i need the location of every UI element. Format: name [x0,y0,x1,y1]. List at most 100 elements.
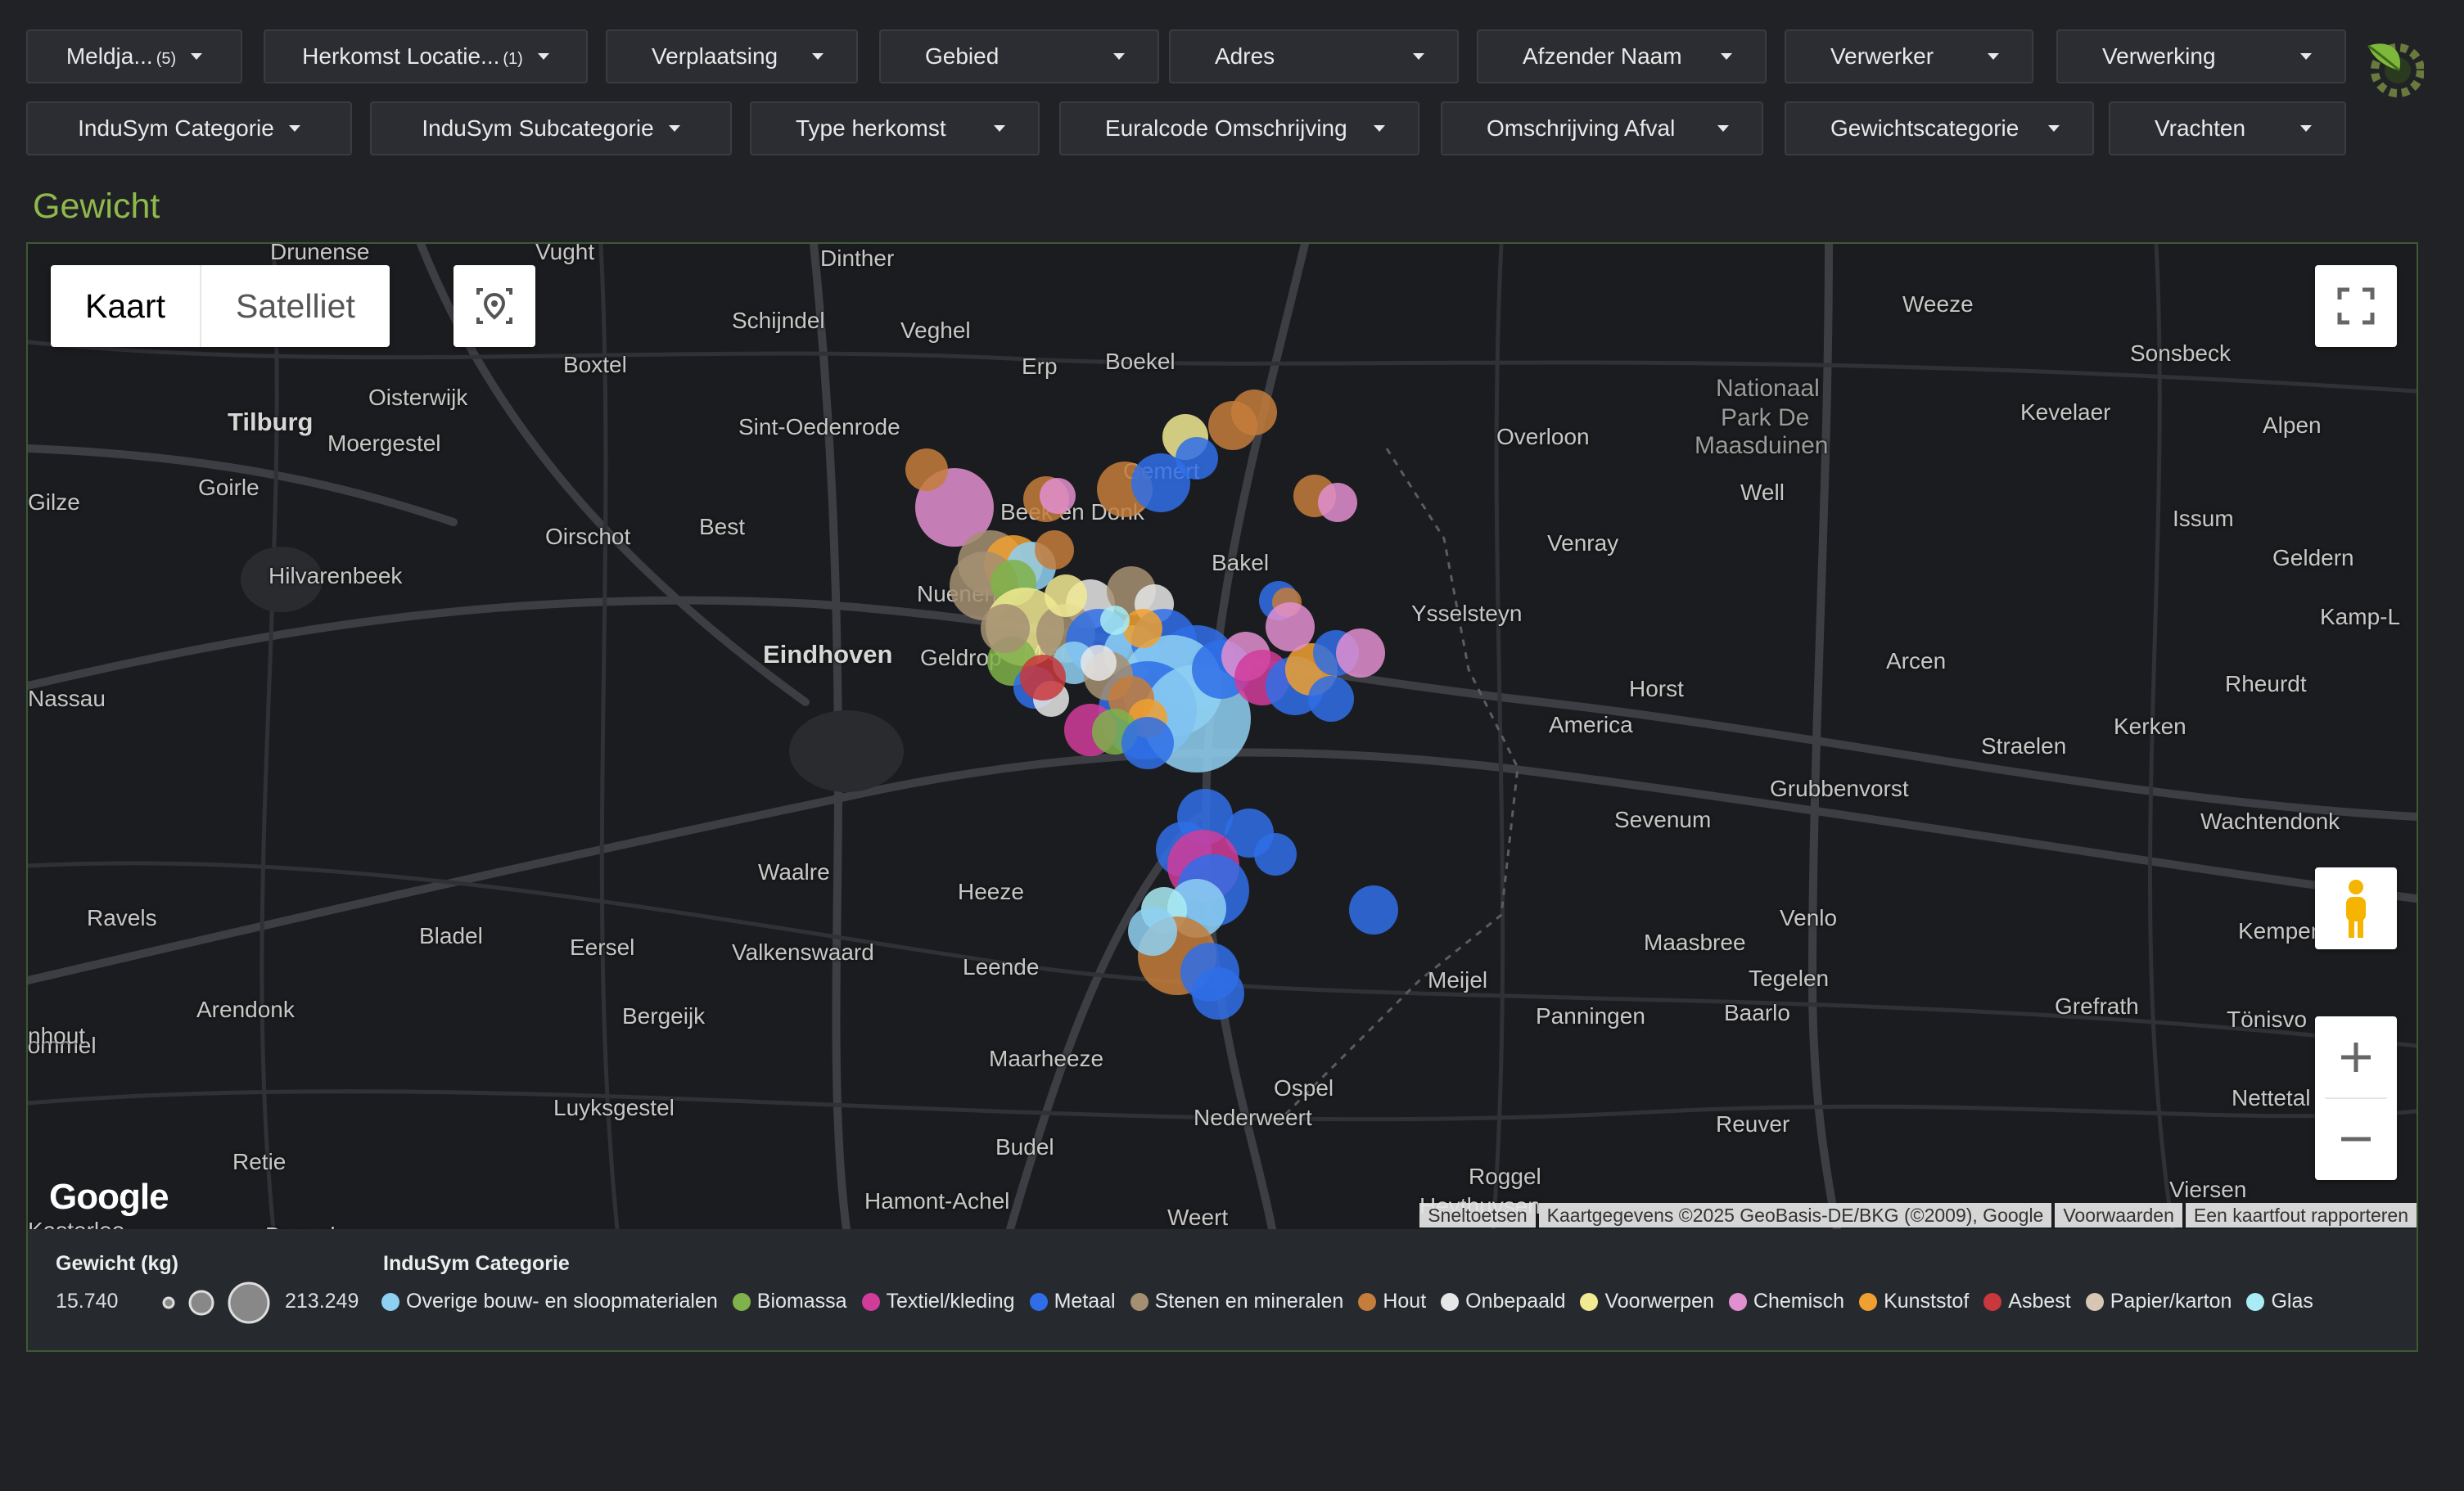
map-bubble-marker[interactable] [1040,478,1076,514]
indusym-gear-logo-icon[interactable] [2362,31,2424,101]
filter-type-herkomst-dropdown[interactable]: Type herkomst [750,101,1040,155]
category-legend-item[interactable]: Biomassa [732,1290,847,1313]
street-view-button[interactable] [2315,867,2397,949]
plus-icon [2341,1043,2371,1072]
filter-selected-count: (5) [156,50,177,68]
map-bubble-marker[interactable] [1336,628,1385,678]
caret-down-icon [1988,53,1999,60]
map-bubble-marker[interactable] [1176,437,1218,480]
category-legend-item[interactable]: Asbest [1983,1290,2071,1313]
map-bubble-marker[interactable] [981,604,1030,653]
map-type-kaart-button[interactable]: Kaart [51,265,201,347]
caret-down-icon [537,53,549,60]
category-legend-item[interactable]: Voorwerpen [1580,1290,1714,1313]
filter-label-text: Verwerking [2102,43,2216,69]
category-swatch-icon [1580,1292,1599,1311]
category-legend-item[interactable]: Onbepaald [1441,1290,1565,1313]
filter-label: Vrachten [2155,115,2245,142]
filter-omschrijving-afval-dropdown[interactable]: Omschrijving Afval [1441,101,1763,155]
filter-indusym-categorie-dropdown[interactable]: InduSym Categorie [26,101,352,155]
map-bubble-marker[interactable] [1020,655,1066,700]
category-label: Chemisch [1753,1290,1845,1313]
category-legend-item[interactable]: Chemisch [1728,1290,1845,1313]
locate-button[interactable] [454,265,535,347]
filter-verwerking-dropdown[interactable]: Verwerking [2056,29,2346,83]
category-legend-item[interactable]: Metaal [1029,1290,1116,1313]
category-swatch-icon [861,1292,880,1311]
filter-gewichtscategorie-dropdown[interactable]: Gewichtscategorie [1785,101,2094,155]
caret-down-icon [2048,125,2060,132]
map-bubble-marker[interactable] [1035,530,1074,570]
fullscreen-button[interactable] [2315,265,2397,347]
zoom-out-button[interactable] [2315,1098,2397,1180]
category-legend-item[interactable]: Overige bouw- en sloopmaterialen [381,1290,718,1313]
report-map-error-link[interactable]: Een kaartfout rapporteren [2185,1203,2417,1227]
filter-label: Verwerker [1830,43,1934,70]
map-bubble-marker[interactable] [1045,574,1087,617]
category-legend-item[interactable]: Textiel/kleding [861,1290,1015,1313]
filter-label: Euralcode Omschrijving [1105,115,1347,142]
category-label: Kunststof [1884,1290,1970,1313]
filter-verplaatsing-dropdown[interactable]: Verplaatsing [606,29,858,83]
map-bubble-marker[interactable] [905,448,948,491]
category-legend-item[interactable]: Stenen en mineralen [1130,1290,1344,1313]
map-bubble-marker[interactable] [1081,645,1117,681]
filter-gebied-dropdown[interactable]: Gebied [879,29,1159,83]
filter-label-text: Vrachten [2155,115,2246,141]
map-bubble-marker[interactable] [1254,833,1297,876]
filter-label: Adres [1215,43,1275,70]
category-label: Papier/karton [2110,1290,2232,1313]
map-bubble-marker[interactable] [1192,967,1244,1020]
filter-label: Type herkomst [796,115,946,142]
filter-label-text: Verwerker [1830,43,1934,69]
zoom-control [2315,1016,2397,1180]
terms-link[interactable]: Voorwaarden [2055,1203,2182,1227]
map-bubble-marker[interactable] [1208,401,1257,450]
category-label: Glas [2271,1290,2313,1313]
filter-label: Herkomst Locatie... (1) [302,43,523,70]
category-legend-item[interactable]: Glas [2246,1290,2313,1313]
filter-label-text: InduSym Categorie [78,115,274,141]
filter-herkomst-locatie-dropdown[interactable]: Herkomst Locatie... (1) [264,29,588,83]
map-bubble-marker[interactable] [1121,717,1174,769]
map-canvas[interactable]: Drunense Vught Dinther Schijndel Veghel Erp Bo… [28,244,2417,1229]
map-bubble-marker[interactable] [1266,602,1315,651]
minus-icon [2341,1137,2371,1142]
filter-meldja-dropdown[interactable]: Meldja... (5) [26,29,242,83]
map-bubble-marker[interactable] [1349,885,1398,935]
fullscreen-icon [2337,287,2375,325]
filter-label-text: InduSym Subcategorie [422,115,654,141]
filter-label-text: Gewichtscategorie [1830,115,2019,141]
keyboard-shortcuts-link[interactable]: Sneltoetsen [1419,1203,1536,1227]
map-bubble-marker[interactable] [1128,907,1177,956]
map-panel: Drunense Vught Dinther Schijndel Veghel Erp Bo… [26,242,2418,1352]
map-bubble-marker[interactable] [1100,606,1130,635]
filter-verwerker-dropdown[interactable]: Verwerker [1785,29,2033,83]
category-legend-item[interactable]: Hout [1358,1290,1426,1313]
filter-vrachten-dropdown[interactable]: Vrachten [2109,101,2346,155]
category-swatch-icon [1728,1292,1747,1311]
caret-down-icon [994,125,1005,132]
map-bubble-marker[interactable] [1308,676,1354,722]
category-label: Stenen en mineralen [1154,1290,1344,1313]
category-swatch-icon [381,1292,399,1311]
caret-down-icon [288,125,300,132]
zoom-in-button[interactable] [2315,1016,2397,1098]
filter-label-text: Euralcode Omschrijving [1105,115,1347,141]
filter-adres-dropdown[interactable]: Adres [1169,29,1459,83]
filter-afzender-naam-dropdown[interactable]: Afzender Naam [1477,29,1767,83]
filter-euralcode-omschrijving-dropdown[interactable]: Euralcode Omschrijving [1059,101,1419,155]
category-swatch-icon [1358,1292,1377,1311]
category-label: Textiel/kleding [886,1290,1015,1313]
map-bubble-marker[interactable] [1123,609,1162,648]
map-bubble-marker[interactable] [1318,483,1357,522]
map-data-credit: Kaartgegevens ©2025 GeoBasis-DE/BKG (©20… [1538,1203,2052,1227]
filter-label: Gebied [925,43,999,70]
filter-indusym-subcategorie-dropdown[interactable]: InduSym Subcategorie [370,101,732,155]
category-legend-item[interactable]: Papier/karton [2085,1290,2232,1313]
map-type-satelliet-button[interactable]: Satelliet [201,265,390,347]
caret-down-icon [2300,53,2312,60]
filter-selected-count: (1) [503,50,523,68]
category-legend-item[interactable]: Kunststof [1859,1290,1969,1313]
category-swatch-icon [1859,1292,1878,1311]
